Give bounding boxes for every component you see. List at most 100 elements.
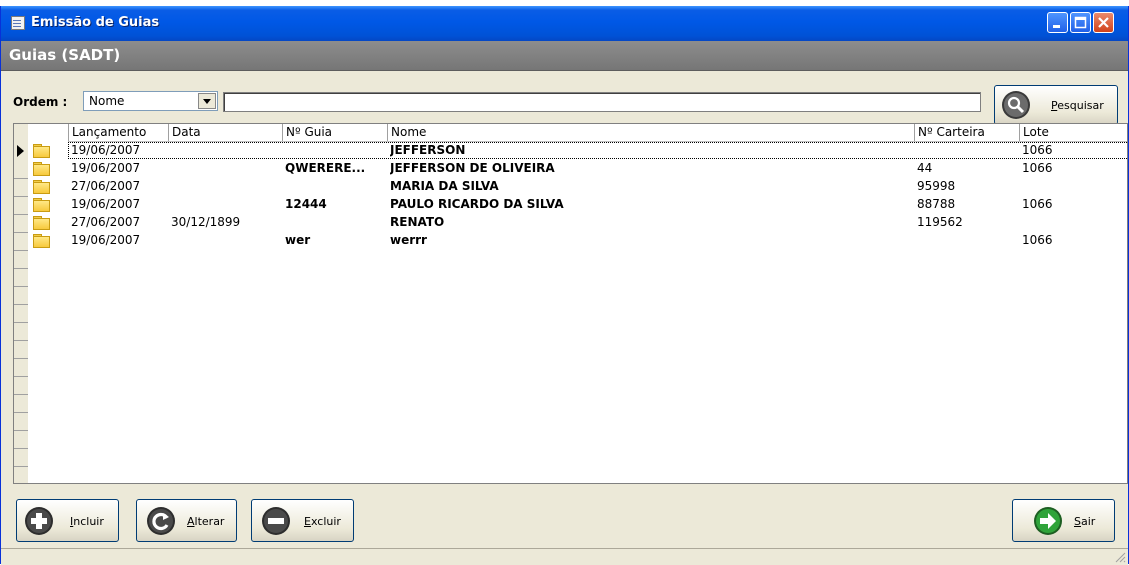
close-icon — [1098, 17, 1109, 28]
cell-lote[interactable]: 1066 — [1022, 142, 1122, 160]
minimize-icon — [1053, 25, 1060, 28]
cell-data[interactable] — [171, 232, 281, 250]
status-bar — [1, 548, 1128, 565]
include-button[interactable]: Incluir — [16, 499, 119, 542]
search-button-label: Pesquisar — [1051, 99, 1104, 112]
row-marker-line — [14, 394, 28, 395]
delete-button-label: Excluir — [304, 515, 341, 528]
cell-nome[interactable]: RENATO — [390, 214, 910, 232]
maximize-button[interactable] — [1070, 12, 1091, 33]
cell-lancamento[interactable]: 19/06/2007 — [71, 232, 167, 250]
app-icon — [10, 15, 25, 30]
cell-lancamento[interactable]: 19/06/2007 — [71, 142, 167, 160]
close-button[interactable] — [1093, 12, 1114, 33]
minimize-button[interactable] — [1047, 12, 1068, 33]
row-marker-line — [14, 322, 28, 323]
row-marker-line — [14, 358, 28, 359]
cell-guia[interactable] — [285, 178, 386, 196]
cell-data[interactable] — [171, 142, 281, 160]
row-indicator-column — [14, 124, 29, 483]
cell-nome[interactable]: PAULO RICARDO DA SILVA — [390, 196, 910, 214]
icon-column — [28, 124, 68, 483]
current-row-arrow-icon — [17, 145, 24, 157]
cell-lancamento[interactable]: 27/06/2007 — [71, 178, 167, 196]
magnifier-icon — [1002, 91, 1030, 119]
cell-lancamento[interactable]: 19/06/2007 — [71, 196, 167, 214]
folder-icon — [33, 234, 50, 248]
cell-nome[interactable]: MARIA DA SILVA — [390, 178, 910, 196]
row-marker-line — [14, 232, 28, 233]
delete-button[interactable]: Excluir — [251, 499, 354, 542]
cell-carteira[interactable]: 95998 — [917, 178, 1018, 196]
cell-lancamento[interactable]: 19/06/2007 — [71, 160, 167, 178]
cell-guia[interactable]: 12444 — [285, 196, 386, 214]
order-dropdown-button[interactable] — [198, 93, 216, 109]
row-marker-line — [14, 196, 28, 197]
row-marker-line — [14, 268, 28, 269]
cell-lote[interactable]: 1066 — [1022, 160, 1122, 178]
cell-guia[interactable] — [285, 142, 386, 160]
folder-icon — [33, 180, 50, 194]
row-marker-line — [14, 448, 28, 449]
cell-nome[interactable]: JEFFERSON DE OLIVEIRA — [390, 160, 910, 178]
row-marker-line — [14, 286, 28, 287]
column-header-guia[interactable]: Nº Guia — [282, 124, 387, 141]
guides-grid[interactable]: Lançamento Data Nº Guia Nome Nº Carteira… — [13, 123, 1128, 484]
exit-arrow-icon — [1034, 507, 1062, 535]
search-input[interactable] — [223, 92, 981, 112]
exit-button-label: Sair — [1074, 515, 1096, 528]
exit-button[interactable]: Sair — [1012, 499, 1115, 542]
row-marker-line — [14, 178, 28, 179]
row-marker-line — [14, 214, 28, 215]
search-button[interactable]: Pesquisar — [994, 85, 1118, 125]
title-bar[interactable]: Emissão de Guias — [1, 6, 1128, 41]
edit-button[interactable]: Alterar — [136, 499, 237, 542]
maximize-icon — [1074, 16, 1087, 29]
column-header-data[interactable]: Data — [168, 124, 282, 141]
edit-button-label: Alterar — [187, 515, 225, 528]
cell-data[interactable] — [171, 178, 281, 196]
cell-guia[interactable] — [285, 214, 386, 232]
row-marker-line — [14, 412, 28, 413]
order-select[interactable]: Nome — [83, 91, 218, 111]
cell-lote[interactable]: 1066 — [1022, 232, 1122, 250]
cell-nome[interactable]: werrr — [390, 232, 910, 250]
cell-carteira[interactable]: 88788 — [917, 196, 1018, 214]
cell-guia[interactable]: QWERERE... — [285, 160, 386, 178]
section-header: Guias (SADT) — [1, 41, 1128, 71]
cell-carteira[interactable]: 119562 — [917, 214, 1018, 232]
section-title: Guias (SADT) — [9, 46, 121, 64]
cell-carteira[interactable] — [917, 142, 1018, 160]
cell-data[interactable] — [171, 160, 281, 178]
cell-guia[interactable]: wer — [285, 232, 386, 250]
minus-circle-icon — [262, 507, 290, 535]
folder-icon — [33, 198, 50, 212]
row-marker-line — [14, 376, 28, 377]
column-header-lancamento[interactable]: Lançamento — [68, 124, 168, 141]
row-marker-line — [14, 340, 28, 341]
column-header-nome[interactable]: Nome — [387, 124, 914, 141]
cell-lote[interactable] — [1022, 214, 1122, 232]
row-marker-line — [14, 304, 28, 305]
chevron-down-icon — [203, 99, 211, 104]
cell-carteira[interactable] — [917, 232, 1018, 250]
column-header-lote[interactable]: Lote — [1019, 124, 1127, 141]
cell-lote[interactable] — [1022, 178, 1122, 196]
row-marker-line — [14, 250, 28, 251]
plus-circle-icon — [25, 507, 53, 535]
resize-grip-icon[interactable] — [1114, 551, 1126, 563]
cell-lancamento[interactable]: 27/06/2007 — [71, 214, 167, 232]
cell-nome[interactable]: JEFFERSON — [390, 142, 910, 160]
folder-icon — [33, 162, 50, 176]
cell-carteira[interactable]: 44 — [917, 160, 1018, 178]
order-label: Ordem : — [13, 95, 68, 109]
cell-lote[interactable]: 1066 — [1022, 196, 1122, 214]
row-marker-line — [14, 466, 28, 467]
order-select-value: Nome — [89, 94, 125, 108]
refresh-circle-icon — [147, 507, 175, 535]
cell-data[interactable]: 30/12/1899 — [171, 214, 281, 232]
cell-data[interactable] — [171, 196, 281, 214]
window-title: Emissão de Guias — [31, 15, 160, 30]
column-header-carteira[interactable]: Nº Carteira — [914, 124, 1019, 141]
row-marker-line — [14, 430, 28, 431]
